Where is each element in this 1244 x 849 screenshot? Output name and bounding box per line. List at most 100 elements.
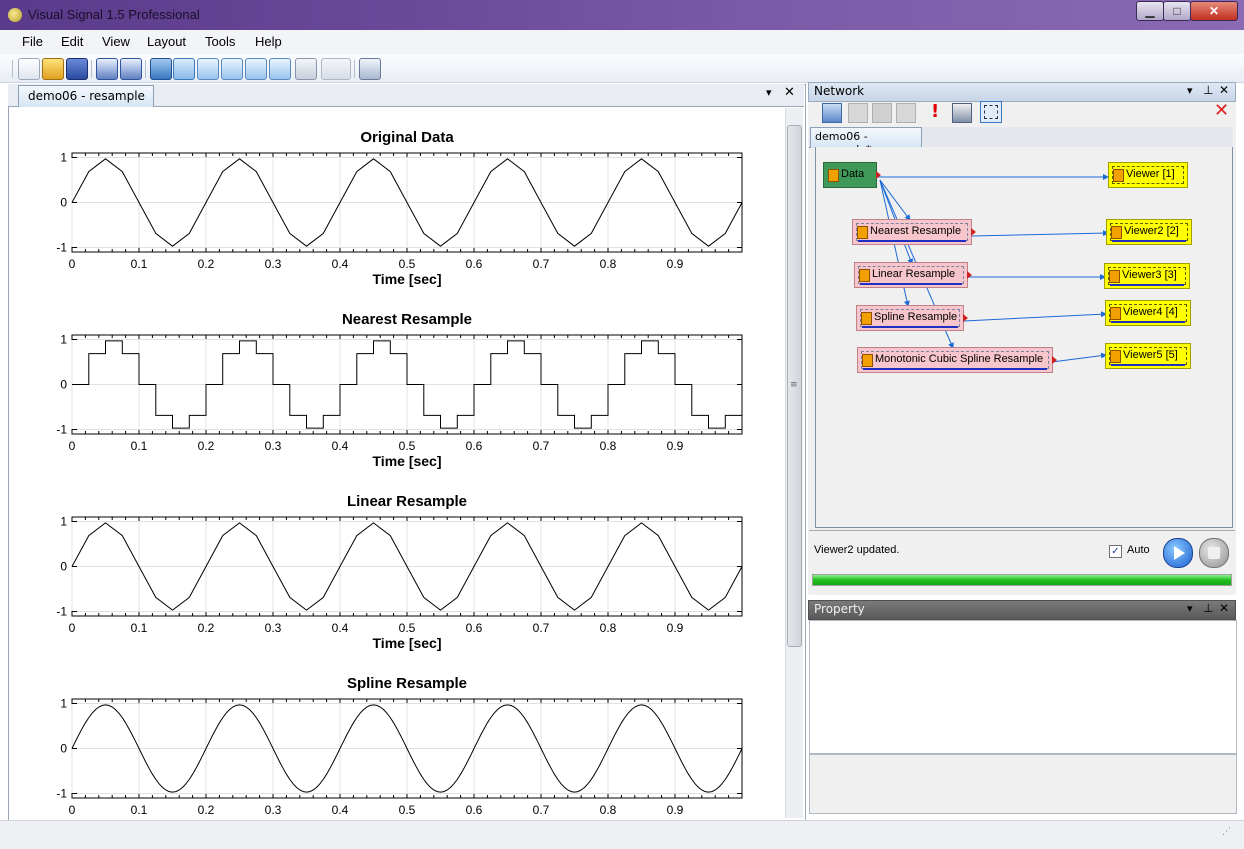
tick-label-x: 0.4 [332,621,349,635]
node-monotonic-cubic-spline-resample[interactable]: Monotonic Cubic Spline Resample [857,347,1057,373]
tick-label-x: 0.1 [131,621,148,635]
tick-label-x: 0.7 [533,439,550,453]
scroll-grip-icon: ≡ [790,380,798,390]
tick-label-x: 0.8 [600,439,617,453]
stop-icon [1208,547,1220,559]
delete-node-icon[interactable]: ✕ [1214,100,1229,121]
maximize-button[interactable]: □ [1163,1,1191,21]
node-viewer5[interactable]: Viewer5 [5] [1105,343,1191,369]
tick-label-x: 0.3 [265,803,282,817]
tick-label-y: 0 [60,196,67,210]
resize-grip-icon[interactable]: ⋰ [1222,827,1231,837]
minimize-button[interactable]: ▁ [1136,1,1164,21]
play-icon [1174,546,1185,560]
plot-2: 0 0.1 0.2 0.3 0.4 0.5 0.6 0.7 0.8 0.910-1 [56,515,743,635]
node-viewer4[interactable]: Viewer4 [4] [1105,300,1191,326]
plot-3: 0 0.1 0.2 0.3 0.4 0.5 0.6 0.7 0.8 0.910-1 [56,697,743,817]
select-area-icon[interactable] [980,101,1002,123]
tick-label-x: 0.2 [198,257,215,271]
tick-label-y: 1 [60,151,67,165]
tick-label-x: 0.9 [667,439,684,453]
node-viewer2[interactable]: Viewer2 [2] [1106,219,1192,245]
property-panel-title: Property [814,602,865,616]
tick-label-x: 0.6 [466,257,483,271]
auto-label: Auto [1127,544,1150,556]
tick-label-x: 0.9 [667,621,684,635]
alert-icon[interactable]: ! [931,101,939,122]
tick-label-x: 0.4 [332,257,349,271]
tick-label-x: 0.7 [533,803,550,817]
save-node-icon[interactable] [872,103,892,123]
link-nearest-viewer2 [971,230,1109,237]
tick-label-x: 0.9 [667,803,684,817]
tick-label-x: 0.1 [131,439,148,453]
plot-0: 0 0.1 0.2 0.3 0.4 0.5 0.6 0.7 0.8 0.910-1 [56,151,743,271]
tick-label-x: 0.4 [332,803,349,817]
tick-label-x: 0.7 [533,257,550,271]
node-viewer1[interactable]: Viewer [1] [1108,162,1188,188]
tick-label-x: 0 [69,803,76,817]
close-window-button[interactable]: ✕ [1190,1,1238,21]
property-grid[interactable] [809,620,1237,754]
close-panel-icon[interactable]: ✕ [1219,83,1229,97]
tick-label-x: 0.6 [466,803,483,817]
tick-label-y: 0 [60,560,67,574]
status-message: Viewer2 updated. [814,544,900,556]
close-panel-icon[interactable]: ✕ [1219,601,1229,615]
tick-label-x: 0.5 [399,257,416,271]
progress-bar [812,574,1232,586]
tick-label-y: 0 [60,742,67,756]
tick-label-y: 1 [60,697,67,711]
tick-label-x: 0 [69,621,76,635]
tick-label-x: 0.7 [533,621,550,635]
close-tab-icon[interactable]: ✕ [784,85,795,100]
tick-label-x: 0.5 [399,803,416,817]
tick-label-x: 0.3 [265,621,282,635]
tick-label-x: 0.6 [466,439,483,453]
network-panel-title-bar: Network ▾ ⊥ ✕ [808,82,1236,102]
run-button[interactable] [1163,538,1193,568]
tick-label-x: 0.2 [198,803,215,817]
copy-node-icon[interactable] [848,103,868,123]
tick-label-y: -1 [56,241,67,255]
panel-menu-chevron-down-icon[interactable]: ▾ [1187,602,1193,615]
plot-1: 0 0.1 0.2 0.3 0.4 0.5 0.6 0.7 0.8 0.910-1 [56,333,743,453]
pin-icon[interactable]: ⊥ [1203,601,1213,615]
node-linear-resample[interactable]: Linear Resample [854,262,972,288]
progress-fill [813,575,1231,585]
tick-label-x: 0.8 [600,803,617,817]
node-data[interactable]: Data [823,162,881,188]
tick-label-x: 0.5 [399,439,416,453]
tick-label-y: 1 [60,515,67,529]
panel-menu-chevron-down-icon[interactable]: ▾ [1187,84,1193,97]
add-node-icon[interactable] [822,103,842,123]
tick-label-y: -1 [56,423,67,437]
property-panel-title-bar: Property ▾ ⊥ ✕ [808,600,1236,620]
tick-label-x: 0.8 [600,621,617,635]
plots-canvas[interactable]: 0 0.1 0.2 0.3 0.4 0.5 0.6 0.7 0.8 0.910-10 0.1 0.2 0… [0,0,784,818]
tick-label-x: 0.8 [600,257,617,271]
stop-button[interactable] [1199,538,1229,568]
tick-label-x: 0 [69,439,76,453]
node-nearest-resample[interactable]: Nearest Resample [852,219,976,245]
status-bar: ⋰ [0,820,1244,849]
tick-label-x: 0.6 [466,621,483,635]
tick-label-x: 0 [69,257,76,271]
tick-label-y: 1 [60,333,67,347]
tick-label-y: 0 [60,378,67,392]
property-description [809,754,1237,814]
tick-label-x: 0.1 [131,257,148,271]
arrange-icon[interactable] [952,103,972,123]
link-monotonic-viewer5 [1051,352,1107,363]
auto-checkbox[interactable]: ✓ [1109,545,1122,558]
tick-label-x: 0.4 [332,439,349,453]
node-spline-resample[interactable]: Spline Resample [856,305,968,331]
tick-label-x: 0.5 [399,621,416,635]
tick-label-y: -1 [56,605,67,619]
link-spline-viewer4 [963,311,1107,322]
tick-label-x: 0.2 [198,439,215,453]
network-panel-title: Network [814,84,865,98]
node-viewer3[interactable]: Viewer3 [3] [1104,263,1190,289]
pin-icon[interactable]: ⊥ [1203,83,1213,97]
paste-node-icon[interactable] [896,103,916,123]
